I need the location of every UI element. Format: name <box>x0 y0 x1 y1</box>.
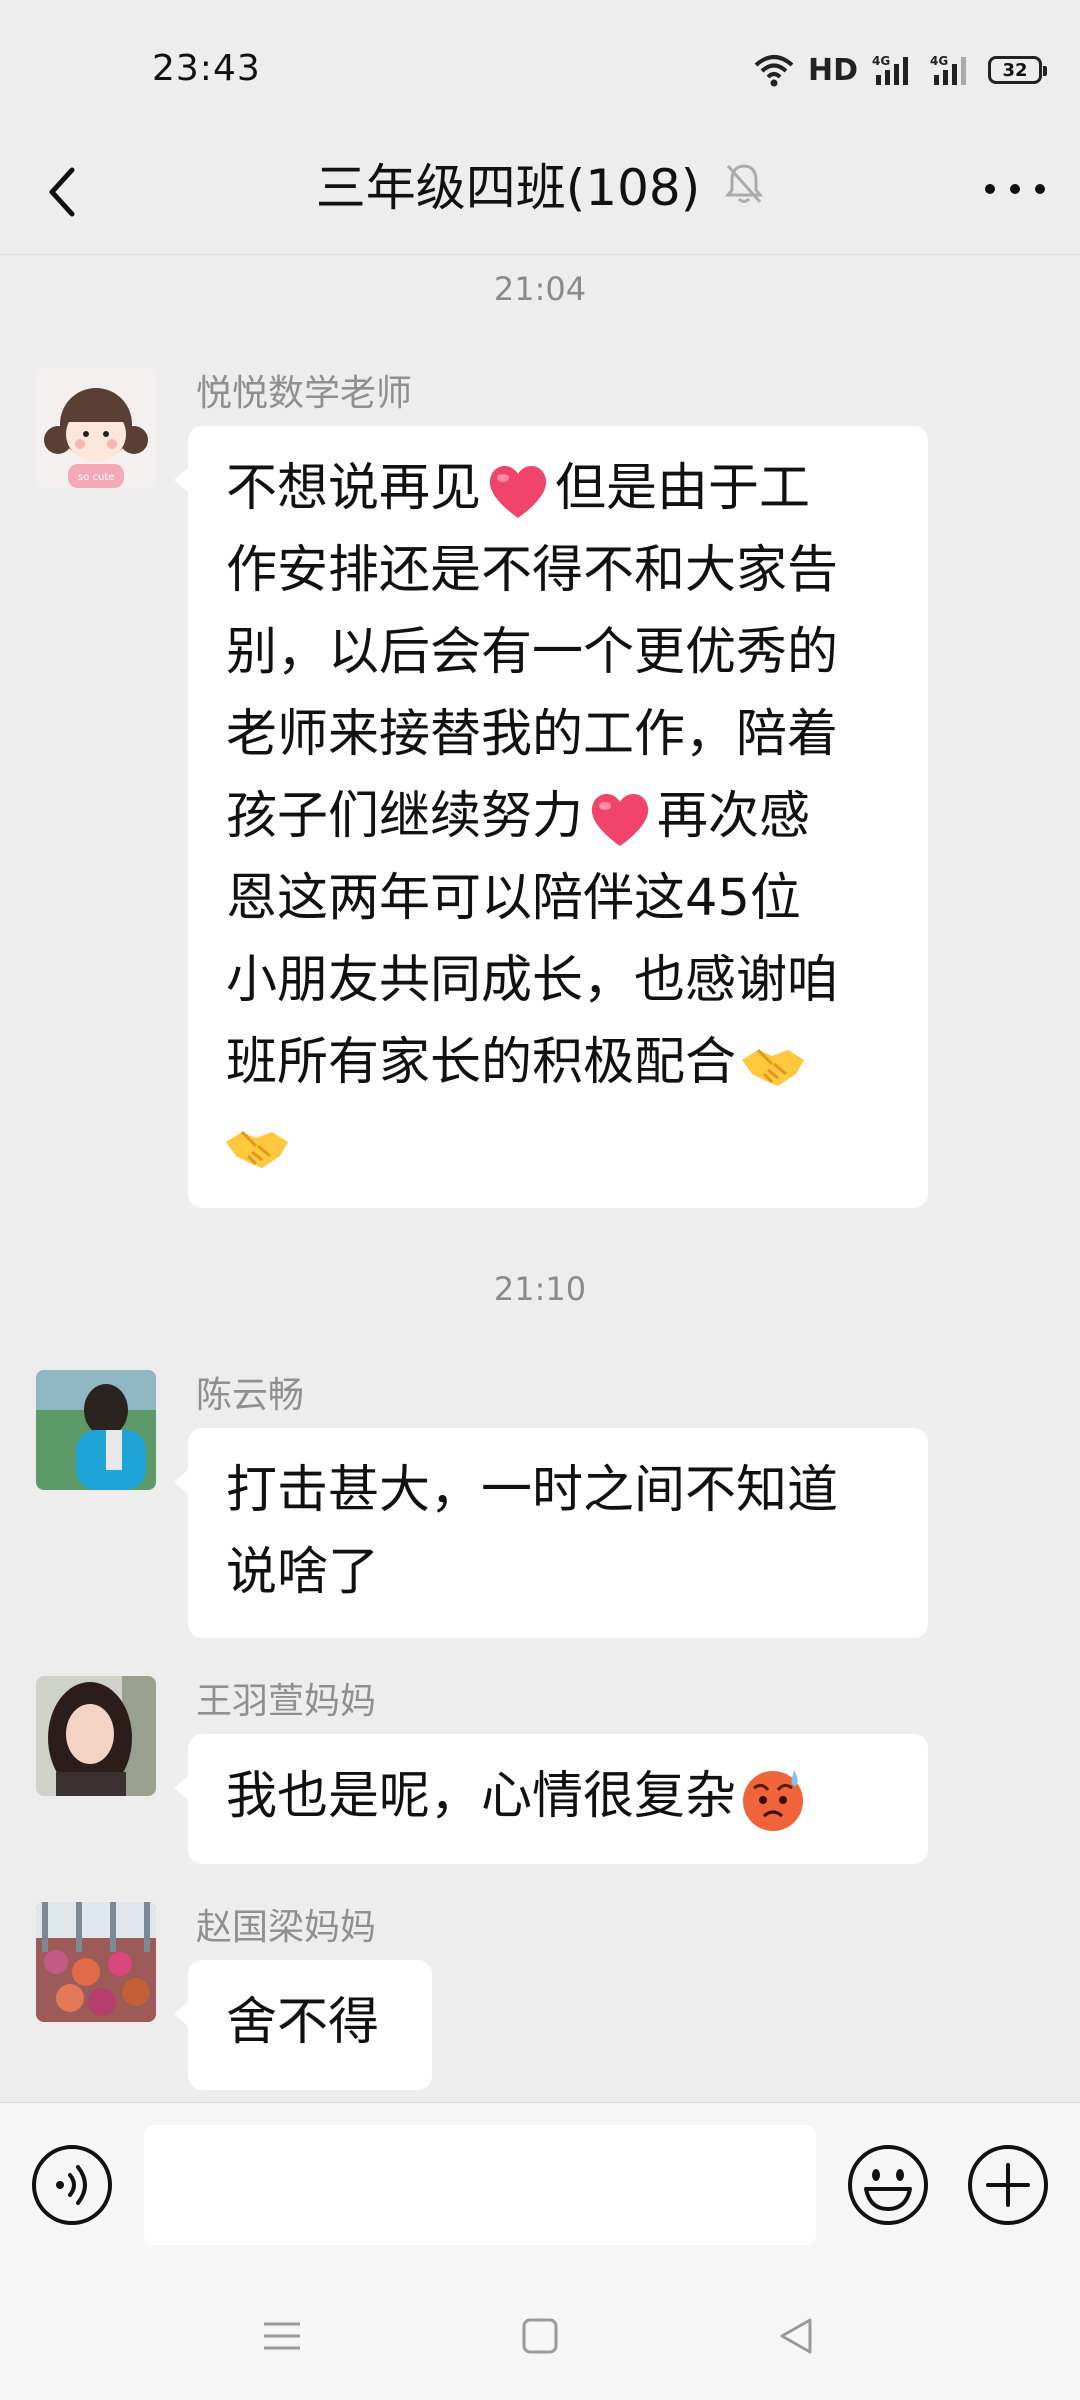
heart-emoji-icon <box>489 465 547 518</box>
svg-text:so cute: so cute <box>78 472 114 483</box>
message-line: 老师来接替我的工作，陪着 <box>226 705 839 764</box>
message-text: 舍不得 <box>226 1993 380 2052</box>
message-line: 不想说再见 但是由于工 <box>226 448 890 530</box>
handshake-emoji-icon <box>742 1048 805 1086</box>
message-line: 孩子们继续努力 再次感 <box>226 776 890 858</box>
timestamp: 21:10 <box>493 1270 587 1308</box>
message-line: 打击甚大，一时之间不知道 <box>226 1461 839 1520</box>
message-bubble[interactable]: 不想说再见 但是由于工 作安排还是不得不和大家告 别，以后会有一个更优秀的 老师来… <box>174 426 928 1208</box>
wifi-icon <box>754 55 794 87</box>
voice-input-icon[interactable] <box>30 2143 114 2227</box>
chat-header: 三年级四班(108) <box>0 130 1080 255</box>
status-bar: 23:43 HD 4G 4G 32 <box>0 0 1080 130</box>
mute-bell-icon <box>725 164 764 203</box>
timestamp: 21:04 <box>493 270 587 308</box>
message-bubble[interactable]: 我也是呢，心情很复杂 <box>174 1734 928 1864</box>
message-bubble[interactable]: 舍不得 <box>174 1960 432 2090</box>
anxious-face-emoji-icon <box>743 1770 804 1831</box>
message-line: 恩这两年可以陪伴这45位 <box>226 869 801 928</box>
signal-icon-2: 4G <box>930 54 966 85</box>
message-bubble[interactable]: 打击甚大，一时之间不知道 说啥了 <box>174 1428 928 1638</box>
input-bar <box>0 2102 1080 2270</box>
hd-label: HD <box>807 52 858 88</box>
signal-label-1: 4G <box>872 54 890 68</box>
avatar[interactable] <box>36 1902 156 2022</box>
message-line <box>226 1104 890 1186</box>
emoji-picker-icon[interactable] <box>846 2143 930 2227</box>
heart-emoji-icon <box>591 793 649 846</box>
system-nav-bar <box>0 2270 1080 2400</box>
back-triangle-icon[interactable] <box>772 2312 820 2360</box>
sender-name: 王羽萱妈妈 <box>196 1681 377 1722</box>
message-line: 班所有家长的积极配合 <box>226 1022 890 1104</box>
handshake-emoji-icon <box>226 1130 288 1168</box>
chat-title: 三年级四班(108) <box>315 159 701 217</box>
message-input[interactable] <box>144 2125 816 2245</box>
message-line: 小朋友共同成长，也感谢咱 <box>226 951 839 1010</box>
chat-title-area: 三年级四班(108) <box>0 148 1080 220</box>
avatar[interactable]: so cute <box>36 368 156 488</box>
message-line: 说啥了 <box>226 1543 380 1602</box>
message-text: 我也是呢，心情很复杂 <box>226 1767 737 1826</box>
message-line: 作安排还是不得不和大家告 <box>226 541 839 600</box>
message-line: 别，以后会有一个更优秀的 <box>226 623 839 682</box>
menu-icon[interactable] <box>258 2312 306 2360</box>
sender-name: 赵国梁妈妈 <box>196 1907 377 1948</box>
home-icon[interactable] <box>516 2312 564 2360</box>
avatar[interactable] <box>36 1370 156 1490</box>
status-time: 23:43 <box>152 48 261 89</box>
battery-icon: 32 <box>988 56 1047 84</box>
signal-icon: 4G <box>872 54 908 85</box>
sender-name: 陈云畅 <box>196 1375 305 1416</box>
chat-message-list[interactable]: 21:04 so cute 悦悦数学老师 不想说再见 但是由于工 作安排还是不得不… <box>0 256 1080 2102</box>
more-options-icon[interactable] <box>980 174 1050 204</box>
status-icons: HD 4G 4G 32 <box>754 50 1047 90</box>
add-more-icon[interactable] <box>966 2143 1050 2227</box>
avatar[interactable] <box>36 1676 156 1796</box>
sender-name: 悦悦数学老师 <box>196 373 413 414</box>
signal-label-2: 4G <box>930 54 948 68</box>
